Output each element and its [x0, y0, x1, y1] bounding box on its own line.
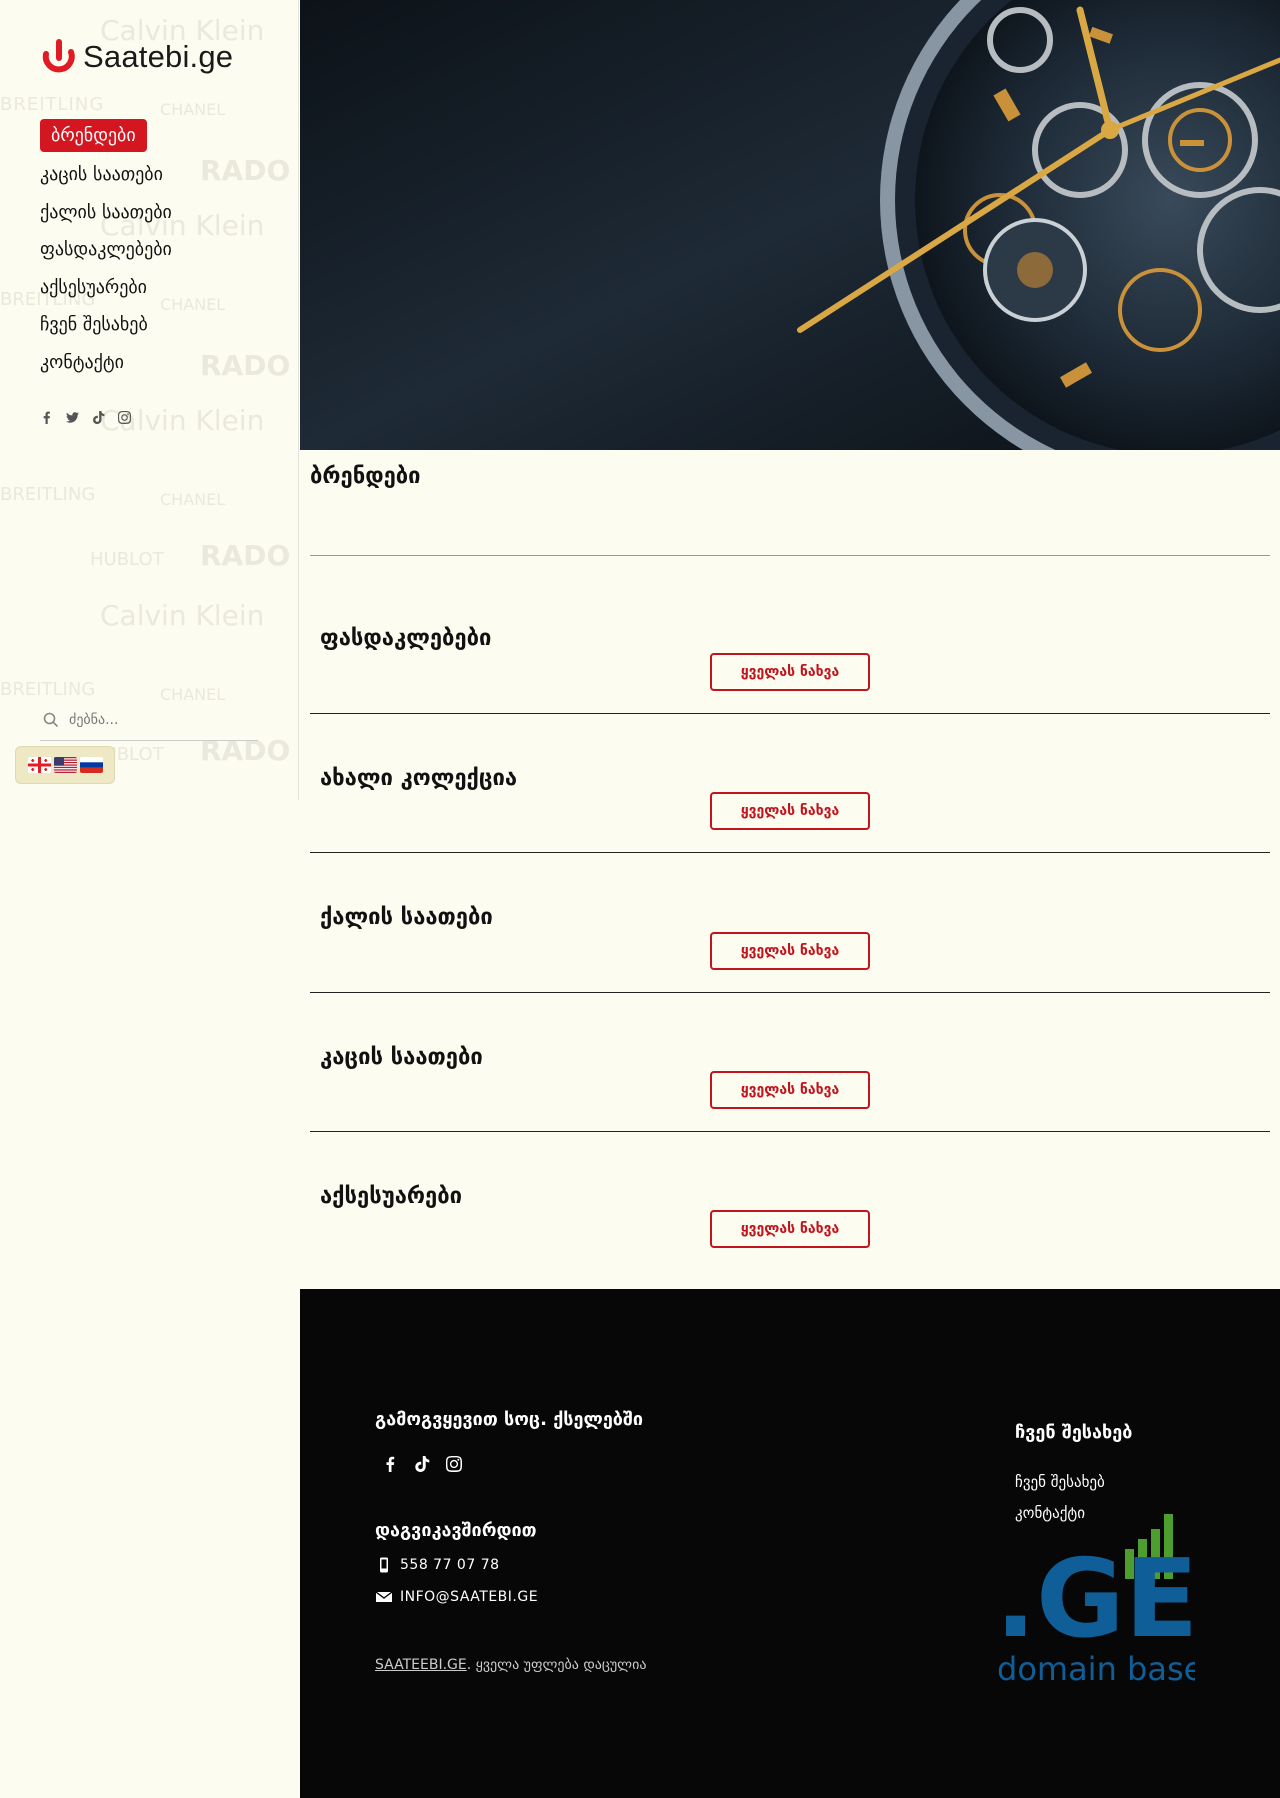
facebook-icon[interactable]: [40, 411, 53, 424]
domain-base-graphic: .GE domain base: [995, 1514, 1203, 1688]
hero-watch-image: [300, 0, 1280, 450]
georgian-flag-icon[interactable]: [27, 757, 51, 773]
nav-item-brands[interactable]: ბრენდები: [40, 119, 172, 152]
section-title-new-collection: ახალი კოლექცია: [320, 766, 518, 791]
russian-flag-icon[interactable]: [79, 757, 103, 773]
footer-contact-heading: დაგვიკავშირდით: [375, 1520, 537, 1541]
divider: [310, 1131, 1270, 1132]
divider: [310, 852, 1270, 853]
nav-item-label: აქსესუარები: [40, 276, 147, 298]
divider: [310, 713, 1270, 714]
copyright: SAATEEBI.GE. ყველა უფლება დაცულია: [375, 1657, 646, 1673]
nav-item-contact[interactable]: კონტაქტი: [40, 344, 172, 382]
footer-about-heading: ჩვენ შესახებ: [1015, 1422, 1133, 1443]
view-all-mens-watches-button[interactable]: ყველას ნახვა: [710, 1071, 870, 1109]
footer-phone-text: 558 77 07 78: [400, 1557, 500, 1573]
domain-logo-sub: domain base: [997, 1650, 1195, 1688]
us-flag-icon[interactable]: [53, 757, 77, 773]
facebook-icon[interactable]: [382, 1456, 398, 1472]
instagram-icon[interactable]: [446, 1456, 462, 1472]
footer-follow-heading: გამოგვყევით სოც. ქსელებში: [375, 1409, 644, 1430]
view-all-new-collection-button[interactable]: ყველას ნახვა: [710, 792, 870, 830]
nav-item-womens-watches[interactable]: ქალის საათები: [40, 194, 172, 232]
view-all-womens-watches-button[interactable]: ყველას ნახვა: [710, 932, 870, 970]
nav-item-accessories[interactable]: აქსესუარები: [40, 269, 172, 307]
page-title: ბრენდები: [310, 464, 421, 489]
twitter-icon[interactable]: [66, 411, 79, 424]
copyright-link[interactable]: SAATEEBI.GE: [375, 1657, 467, 1673]
hero-banner: [300, 0, 1280, 450]
nav-item-mens-watches[interactable]: კაცის საათები: [40, 156, 172, 194]
domain-logo-main: .GE: [995, 1537, 1195, 1662]
language-switcher: [15, 746, 115, 784]
tiktok-icon[interactable]: [414, 1456, 430, 1472]
search-box: [40, 699, 258, 741]
phone-icon: [380, 1557, 388, 1573]
section-title-discounts: ფასდაკლებები: [320, 626, 492, 651]
tiktok-icon[interactable]: [92, 411, 105, 424]
section-title-accessories: აქსესუარები: [320, 1184, 463, 1209]
nav-item-label: ბრენდები: [40, 119, 147, 152]
instagram-icon[interactable]: [118, 411, 131, 424]
copyright-text: . ყველა უფლება დაცულია: [466, 1657, 647, 1673]
search-icon: [43, 712, 59, 727]
search-input[interactable]: [69, 711, 239, 728]
view-all-discounts-button[interactable]: ყველას ნახვა: [710, 653, 870, 691]
logo-icon: [42, 39, 75, 73]
footer-social-links: [382, 1456, 462, 1472]
nav-item-label: კაცის საათები: [40, 164, 163, 186]
footer-email-text: INFO@SAATEBI.GE: [400, 1589, 539, 1605]
site-logo[interactable]: Saatebi.ge: [40, 38, 233, 76]
envelope-icon: [376, 1591, 392, 1602]
divider: [310, 555, 1270, 556]
section-title-mens-watches: კაცის საათები: [320, 1045, 483, 1070]
sidebar-social-links: [40, 411, 131, 424]
nav-item-label: ჩვენ შესახებ: [40, 314, 148, 336]
domain-base-logo[interactable]: .GE domain base: [995, 1504, 1203, 1698]
sidebar-nav: ბრენდები კაცის საათები ქალის საათები ფას…: [40, 119, 172, 381]
nav-item-label: ქალის საათები: [40, 201, 172, 223]
nav-item-discounts[interactable]: ფასდაკლებები: [40, 231, 172, 269]
footer-link-about[interactable]: ჩვენ შესახებ: [1015, 1473, 1105, 1491]
view-all-accessories-button[interactable]: ყველას ნახვა: [710, 1210, 870, 1248]
footer-email[interactable]: INFO@SAATEBI.GE: [376, 1589, 538, 1605]
nav-item-label: ფასდაკლებები: [40, 239, 172, 261]
logo-text: Saatebi.ge: [83, 39, 234, 74]
footer: გამოგვყევით სოც. ქსელებში დაგვიკავშირდით…: [300, 1289, 1280, 1798]
nav-item-about[interactable]: ჩვენ შესახებ: [40, 306, 172, 344]
nav-item-label: კონტაქტი: [40, 351, 124, 373]
section-title-womens-watches: ქალის საათები: [320, 905, 493, 930]
divider: [310, 992, 1270, 993]
footer-phone[interactable]: 558 77 07 78: [376, 1557, 500, 1573]
sidebar: Calvin Klein BREITLING CHANEL RADO Calvi…: [0, 0, 299, 800]
